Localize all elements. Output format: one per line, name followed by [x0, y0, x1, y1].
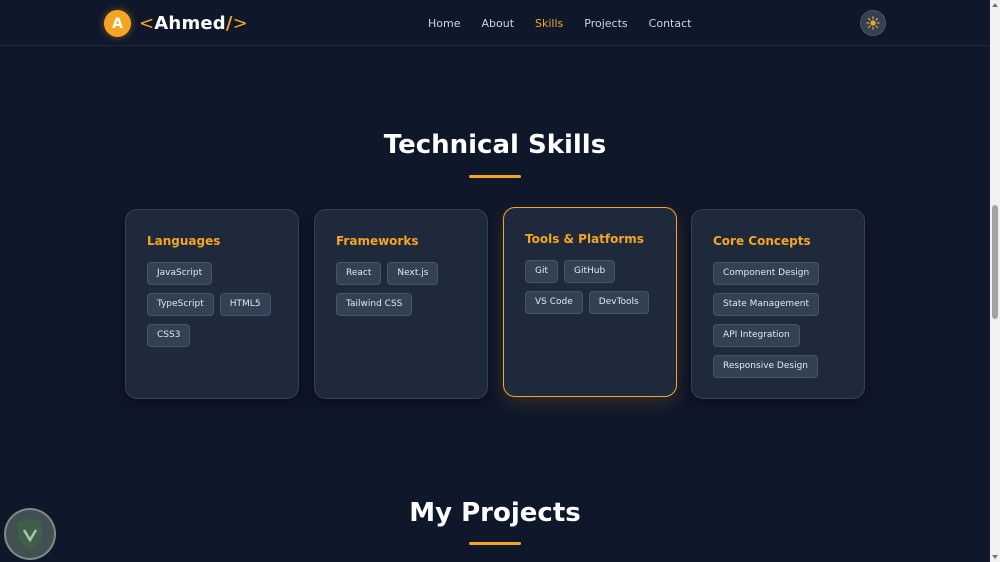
scroll-up-icon[interactable] — [992, 3, 998, 7]
skill-card-languages: Languages JavaScript TypeScript HTML5 CS… — [125, 209, 299, 399]
skill-card-frameworks: Frameworks React Next.js Tailwind CSS — [314, 209, 488, 399]
scroll-down-icon[interactable] — [992, 555, 998, 559]
skill-chip: Component Design — [713, 262, 820, 285]
logo-close-bracket: > — [232, 13, 248, 34]
skill-chip: Git — [525, 260, 559, 283]
nav-links: Home About Skills Projects Contact — [428, 17, 712, 30]
skill-chip: DevTools — [588, 291, 649, 314]
nav-link-home[interactable]: Home — [428, 17, 460, 30]
nav-link-skills[interactable]: Skills — [535, 17, 563, 30]
skill-card-title: Core Concepts — [713, 234, 811, 248]
skill-chip-list: React Next.js Tailwind CSS — [336, 262, 476, 324]
skill-chip-list: JavaScript TypeScript HTML5 CSS3 — [147, 262, 287, 355]
skill-chip: CSS3 — [147, 324, 191, 347]
nav-link-projects[interactable]: Projects — [584, 17, 627, 30]
shield-icon — [18, 518, 42, 549]
scrollbar-thumb[interactable] — [992, 205, 998, 319]
skill-chip: Responsive Design — [713, 355, 818, 378]
scrollbar[interactable] — [990, 0, 1000, 562]
skill-chip: JavaScript — [147, 262, 213, 285]
projects-title-underline — [469, 542, 521, 545]
skill-chip: HTML5 — [219, 293, 271, 316]
skill-card-core-concepts: Core Concepts Component Design State Man… — [691, 209, 865, 399]
skill-chip: Next.js — [387, 262, 439, 285]
skill-chip: GitHub — [564, 260, 616, 283]
skill-chip: Tailwind CSS — [336, 293, 413, 316]
logo[interactable]: A <Ahmed/> — [104, 10, 248, 37]
logo-badge: A — [104, 10, 131, 37]
watermark-logo — [4, 508, 56, 560]
skill-chip: State Management — [713, 293, 819, 316]
navbar: A <Ahmed/> Home About Skills Projects Co… — [0, 0, 990, 46]
skill-chip: VS Code — [525, 291, 583, 314]
skill-card-tools-platforms: Tools & Platforms Git GitHub VS Code Dev… — [503, 207, 677, 397]
skill-chip-list: Component Design State Management API In… — [713, 262, 853, 386]
nav-link-about[interactable]: About — [481, 17, 514, 30]
skill-card-title: Frameworks — [336, 234, 419, 248]
sun-icon — [866, 16, 880, 30]
skill-chip: React — [336, 262, 382, 285]
logo-open-bracket: < — [139, 13, 155, 34]
logo-text: <Ahmed/> — [139, 13, 248, 34]
skill-chip: TypeScript — [147, 293, 214, 316]
skill-chip-list: Git GitHub VS Code DevTools — [525, 260, 665, 322]
skill-card-title: Languages — [147, 234, 221, 248]
logo-name: Ahmed — [154, 13, 226, 34]
nav-link-contact[interactable]: Contact — [649, 17, 692, 30]
skills-title-underline — [469, 175, 521, 178]
theme-toggle-button[interactable] — [860, 10, 886, 36]
page: A <Ahmed/> Home About Skills Projects Co… — [0, 0, 1000, 562]
projects-section-title: My Projects — [409, 498, 581, 528]
skills-section-title: Technical Skills — [383, 130, 607, 160]
skill-card-title: Tools & Platforms — [525, 232, 644, 246]
skill-chip: API Integration — [713, 324, 800, 347]
logo-slash: / — [225, 13, 233, 34]
